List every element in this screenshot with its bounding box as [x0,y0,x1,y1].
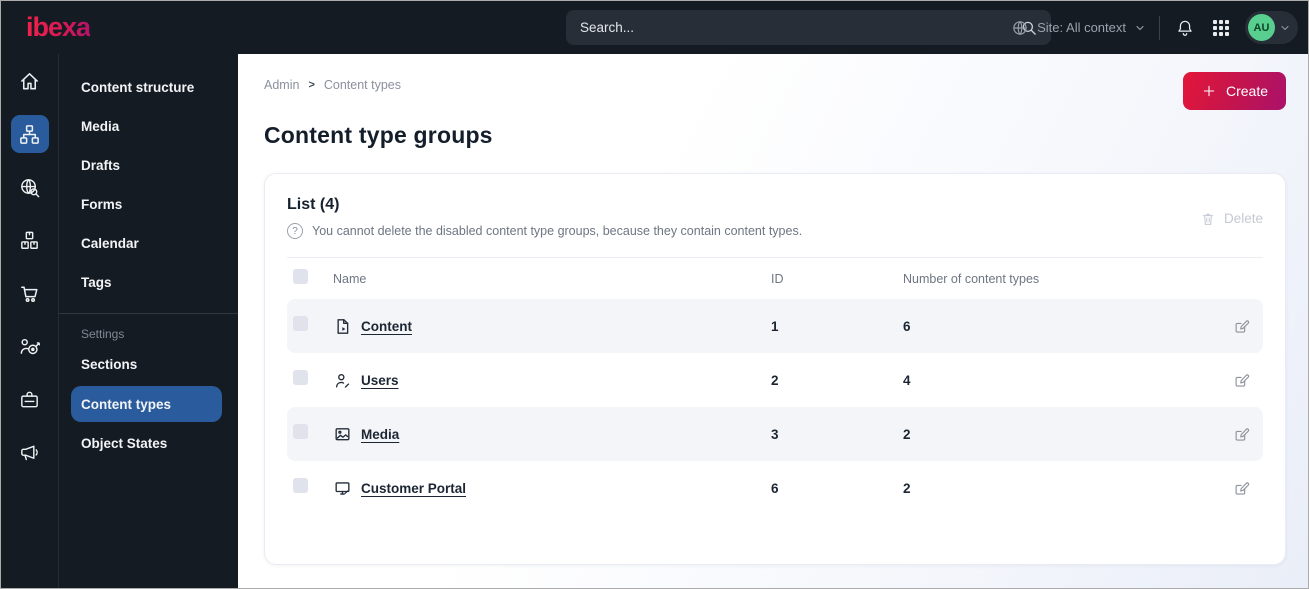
rail-item-content[interactable] [10,115,49,153]
edit-icon[interactable] [1233,372,1250,389]
rail-item-product-catalog[interactable] [18,228,42,252]
sidebar-item-calendar[interactable]: Calendar [59,224,238,263]
group-content-type-count: 2 [903,480,911,496]
nav-rail [1,54,59,588]
monitor-icon [333,479,352,498]
table-row: Users 2 4 [287,353,1263,407]
rail-item-marketing[interactable] [18,440,42,464]
home-icon [18,70,41,93]
sidebar-item-object-states[interactable]: Object States [59,424,238,463]
topbar-divider [1159,15,1160,40]
row-checkbox[interactable] [293,424,308,439]
list-card: List (4) ? You cannot delete the disable… [264,173,1286,565]
help-icon: ? [287,223,303,239]
list-hint: You cannot delete the disabled content t… [312,224,803,238]
sidebar-item-tags[interactable]: Tags [59,263,238,302]
sidebar-item-media[interactable]: Media [59,107,238,146]
megaphone-icon [18,441,41,464]
boxes-icon [18,229,41,252]
group-name-link[interactable]: Content [361,319,412,334]
sidebar-section-label: Settings [81,327,125,341]
group-name-link[interactable]: Users [361,373,399,388]
sidebar-item-forms[interactable]: Forms [59,185,238,224]
table-row: Customer Portal 6 2 [287,461,1263,515]
group-content-type-count: 6 [903,318,911,334]
table-row: Content 1 6 [287,299,1263,353]
content-type-groups-table: Name ID Number of content types Content … [287,257,1263,515]
delete-button[interactable]: Delete [1200,211,1263,227]
global-search[interactable] [566,10,1051,45]
sitemap-icon [18,123,41,146]
app-grid-icon[interactable] [1210,17,1232,39]
sidebar-item-sections[interactable]: Sections [59,345,238,384]
row-checkbox[interactable] [293,370,308,385]
site-context-selector[interactable]: Site: All context [1011,19,1146,37]
site-context-label: Site: All context [1037,20,1126,35]
image-icon [333,425,352,444]
group-id: 2 [771,372,779,388]
edit-icon[interactable] [1233,480,1250,497]
page-title: Content type groups [264,122,493,148]
main-content: Admin > Content types Create Content typ… [238,54,1308,588]
sidebar-item-content-types[interactable]: Content types [71,386,222,422]
breadcrumb-admin[interactable]: Admin [264,78,299,92]
select-all-checkbox[interactable] [293,268,308,284]
sidebar: Content structure Media Drafts Forms Calenda… [59,54,238,588]
group-id: 1 [771,318,779,334]
user-icon [333,371,352,390]
notifications-bell-icon[interactable] [1173,16,1197,40]
group-content-type-count: 4 [903,372,911,388]
plus-icon [1201,83,1217,99]
topbar: ibexa Site: All context [1,1,1308,54]
breadcrumb-separator: > [308,79,315,91]
target-user-icon [18,335,41,358]
edit-icon[interactable] [1233,318,1250,335]
sidebar-item-content-structure[interactable]: Content structure [59,68,238,107]
column-header-count: Number of content types [903,271,1040,286]
group-name-link[interactable]: Media [361,427,399,442]
chevron-down-icon [1279,22,1291,34]
group-id: 6 [771,480,779,496]
edit-icon[interactable] [1233,426,1250,443]
create-button[interactable]: Create [1182,72,1286,110]
row-checkbox[interactable] [293,316,308,331]
file-icon [333,317,352,336]
group-id: 3 [771,426,779,442]
rail-item-commerce[interactable] [18,281,42,305]
row-checkbox[interactable] [293,478,308,493]
globe-icon [1011,19,1029,37]
topbar-right-cluster: Site: All context AU [1011,1,1298,54]
group-content-type-count: 2 [903,426,911,442]
trash-icon [1200,211,1216,227]
list-title: List (4) [287,196,340,213]
chevron-down-icon [1134,22,1146,34]
rail-item-admin[interactable] [18,387,42,411]
column-header-id: ID [771,271,784,286]
id-badge-icon [18,388,41,411]
column-header-name: Name [333,271,367,286]
breadcrumb-current: Content types [323,78,402,92]
globe-search-icon [18,176,41,199]
breadcrumb: Admin > Content types [264,78,401,92]
sidebar-item-drafts[interactable]: Drafts [59,146,238,185]
user-menu[interactable]: AU [1245,11,1298,44]
table-header-row: Name ID Number of content types [287,257,1263,299]
rail-item-search[interactable] [18,175,42,199]
cart-icon [18,282,41,305]
table-row: Media 3 2 [287,407,1263,461]
rail-item-personalization[interactable] [18,334,42,358]
search-input[interactable] [566,20,1020,35]
group-name-link[interactable]: Customer Portal [361,481,466,496]
avatar: AU [1248,14,1275,41]
app-window: ibexa Site: All context [0,0,1309,589]
ibexa-logo[interactable]: ibexa [26,14,91,41]
rail-item-home[interactable] [18,69,42,93]
